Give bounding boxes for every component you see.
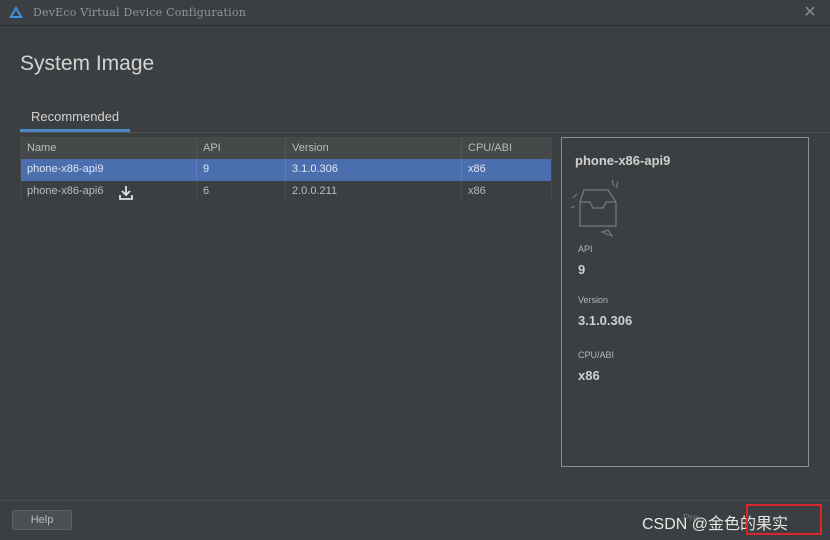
details-cpu-abi-value: x86 bbox=[578, 368, 600, 383]
page-title: System Image bbox=[20, 52, 155, 75]
window-title: DevEco Virtual Device Configuration bbox=[33, 6, 246, 19]
details-panel: phone-x86-api9 API 9 Version 3.1.0.306 C… bbox=[561, 137, 809, 467]
details-version-label: Version bbox=[578, 295, 609, 305]
column-header-cpu-abi[interactable]: CPU/ABI bbox=[462, 138, 551, 159]
row-api: 9 bbox=[197, 159, 286, 180]
table-row[interactable]: phone-x86-api9 9 3.1.0.306 x86 bbox=[21, 159, 551, 181]
tab-bar: Recommended bbox=[20, 104, 830, 133]
download-icon[interactable] bbox=[119, 185, 133, 200]
table-header: Name API Version CPU/ABI bbox=[21, 138, 551, 160]
details-cpu-abi-label: CPU/ABI bbox=[578, 350, 615, 360]
details-api-label: API bbox=[578, 244, 593, 254]
column-header-name[interactable]: Name bbox=[21, 138, 197, 159]
system-image-table: Name API Version CPU/ABI phone-x86-api9 … bbox=[20, 137, 552, 203]
row-name: phone-x86-api6 bbox=[21, 181, 197, 202]
column-header-api[interactable]: API bbox=[197, 138, 286, 159]
help-button[interactable]: Help bbox=[12, 510, 72, 530]
deveco-logo-icon bbox=[9, 6, 23, 18]
column-header-version[interactable]: Version bbox=[286, 138, 462, 159]
row-api: 6 bbox=[197, 181, 286, 202]
title-bar: DevEco Virtual Device Configuration ✕ bbox=[0, 0, 830, 26]
close-button[interactable]: ✕ bbox=[801, 3, 819, 21]
details-image-name: phone-x86-api9 bbox=[575, 153, 671, 168]
row-version: 3.1.0.306 bbox=[286, 159, 462, 180]
highlighted-button-region[interactable] bbox=[746, 504, 822, 535]
row-cpu-abi: x86 bbox=[468, 185, 486, 197]
tab-recommended[interactable]: Recommended bbox=[20, 104, 131, 132]
row-version: 2.0.0.211 bbox=[286, 181, 462, 202]
table-row[interactable]: phone-x86-api6 6 2.0.0.211 x86 bbox=[21, 181, 551, 203]
close-icon[interactable]: ✕ bbox=[803, 2, 816, 21]
details-api-value: 9 bbox=[578, 262, 586, 277]
row-name-text: phone-x86-api6 bbox=[27, 185, 104, 197]
row-name: phone-x86-api9 bbox=[21, 159, 197, 180]
empty-box-icon bbox=[570, 179, 619, 238]
row-cpu-abi: x86 bbox=[468, 163, 486, 175]
details-version-value: 3.1.0.306 bbox=[578, 313, 633, 328]
